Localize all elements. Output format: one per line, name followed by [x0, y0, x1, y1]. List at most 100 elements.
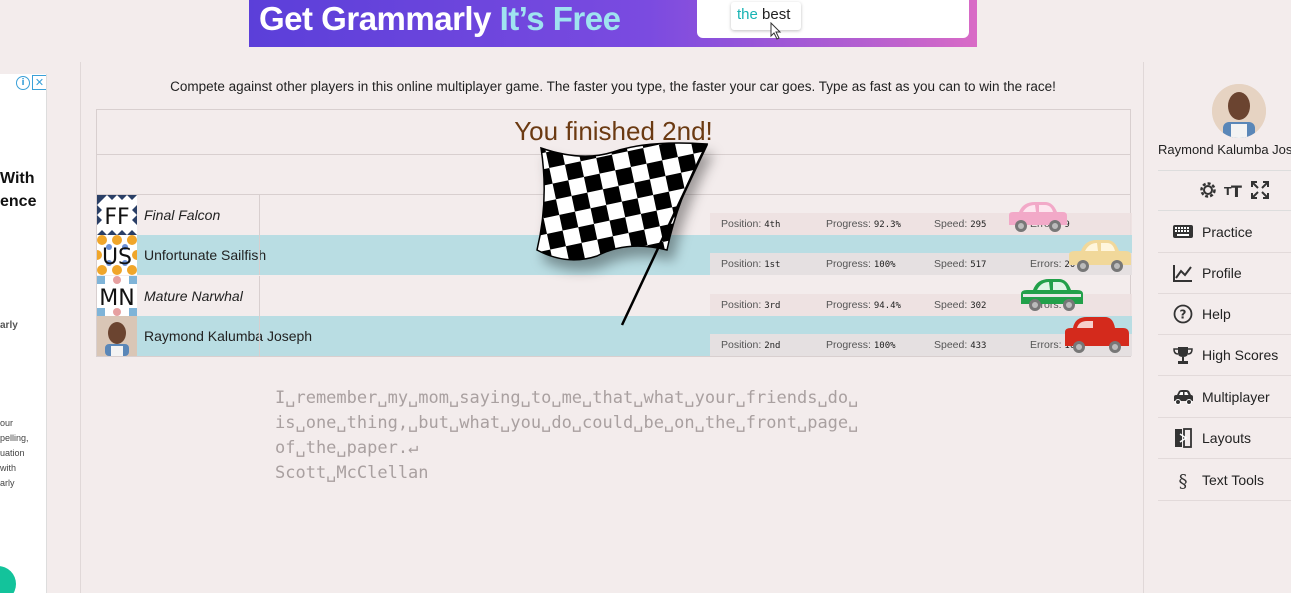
- ad-preview-text: the best: [731, 2, 801, 30]
- menu-label: Practice: [1202, 224, 1253, 240]
- player-name: Unfortunate Sailfish: [144, 247, 267, 263]
- stat-speed-label: Speed:: [934, 339, 968, 351]
- race-track: You finished 2nd! FF Final Falcon Positi…: [96, 109, 1132, 357]
- typing-text[interactable]: I␣remember␣my␣mom␣saying␣to␣me␣that␣what…: [275, 386, 858, 486]
- menu-label: Multiplayer: [1202, 389, 1270, 405]
- pattern-avatar-icon: MN: [97, 276, 137, 316]
- pattern-avatar-icon: US: [97, 235, 137, 275]
- stat-position-value: 3rd: [764, 301, 781, 311]
- typing-line-1: I␣remember␣my␣mom␣saying␣to␣me␣that␣what…: [275, 388, 859, 408]
- text-size-icon[interactable]: T T: [1224, 180, 1244, 200]
- car-icon: [1065, 317, 1129, 353]
- stat-position: Position: 1st: [721, 258, 780, 270]
- left-ad-small-5: arly: [0, 478, 15, 488]
- lane-divider: [259, 195, 260, 235]
- mouse-cursor-icon: [770, 22, 782, 40]
- user-photo-icon: [1212, 84, 1266, 138]
- stat-progress-label: Progress:: [826, 299, 871, 311]
- player-avatar: [97, 316, 137, 356]
- ad-title-main: Get Grammarly: [259, 0, 491, 37]
- left-ad[interactable]: i ✕ With ence arly our pelling, uation w…: [0, 74, 47, 593]
- left-ad-small-2: pelling,: [0, 433, 29, 443]
- game-panel: Compete against other players in this on…: [80, 62, 1144, 593]
- menu-item-profile[interactable]: Profile: [1158, 253, 1291, 294]
- sidebar-separator: [1158, 210, 1291, 211]
- typing-line-3: of␣the␣paper.↵: [275, 438, 419, 458]
- stat-position: Position: 3rd: [721, 299, 780, 311]
- user-photo-icon: [97, 316, 137, 356]
- lane-divider: [259, 316, 260, 356]
- stat-errors-label: Errors:: [1030, 339, 1062, 351]
- car-icon: [1069, 240, 1131, 272]
- player-avatar: FF: [97, 195, 137, 235]
- checkered-flag-icon: [536, 142, 709, 326]
- stat-progress-value: 94.4%: [873, 301, 901, 311]
- sidebar-separator: [1158, 170, 1291, 171]
- stat-speed: Speed: 302: [934, 299, 986, 311]
- car-icon: [1021, 279, 1083, 311]
- section-icon: §: [1179, 471, 1188, 490]
- left-ad-line2: ence: [0, 193, 37, 210]
- stat-speed-value: 302: [970, 301, 987, 311]
- svg-text:?: ?: [1180, 308, 1187, 322]
- stat-speed-label: Speed:: [934, 218, 968, 230]
- stat-progress: Progress: 100%: [826, 339, 896, 351]
- typing-line-4: Scott␣McClellan: [275, 463, 429, 483]
- ad-preview-teal: the: [737, 6, 758, 23]
- left-ad-button[interactable]: [0, 566, 16, 593]
- stat-position: Position: 2nd: [721, 339, 780, 351]
- stat-speed: Speed: 295: [934, 218, 986, 230]
- stat-progress-label: Progress:: [826, 339, 871, 351]
- stat-progress-value: 92.3%: [873, 220, 901, 230]
- menu-label: Text Tools: [1202, 472, 1264, 488]
- menu-label: Layouts: [1202, 430, 1252, 446]
- svg-text:§: §: [1179, 471, 1188, 490]
- lane-divider: [259, 276, 260, 316]
- player-name: Final Falcon: [144, 207, 221, 223]
- stat-speed-label: Speed:: [934, 299, 968, 311]
- stat-progress: Progress: 100%: [826, 258, 896, 270]
- left-ad-small-4: with: [0, 463, 17, 473]
- stat-speed: Speed: 517: [934, 258, 986, 270]
- stat-progress-label: Progress:: [826, 258, 871, 270]
- menu-item-multiplayer[interactable]: Multiplayer: [1158, 377, 1291, 418]
- stat-progress: Progress: 94.4%: [826, 299, 901, 311]
- trophy-icon: [1173, 347, 1193, 364]
- ad-info-icon[interactable]: i: [16, 76, 30, 90]
- menu-label: Help: [1202, 306, 1231, 322]
- user-name[interactable]: Raymond Kalumba Joseph: [1158, 142, 1291, 157]
- fullscreen-icon[interactable]: [1250, 180, 1270, 200]
- typing-line-2: is␣one␣thing,␣but␣what␣you␣do␣could␣be␣o…: [275, 413, 859, 433]
- stat-speed-value: 295: [970, 220, 987, 230]
- player-name: Raymond Kalumba Joseph: [144, 328, 313, 344]
- avatar-initials: MN: [99, 286, 134, 311]
- chart-icon: [1173, 265, 1192, 282]
- menu-item-text-tools[interactable]: § Text Tools: [1158, 460, 1291, 501]
- svg-text:T: T: [1231, 182, 1242, 200]
- car-icon: [1174, 390, 1193, 405]
- menu-item-practice[interactable]: Practice: [1158, 212, 1291, 253]
- stat-progress-label: Progress:: [826, 218, 871, 230]
- stat-speed-value: 433: [970, 341, 987, 351]
- ad-banner[interactable]: Get Grammarly It’s Free the best: [249, 0, 977, 47]
- menu-item-help[interactable]: ? Help: [1158, 294, 1291, 335]
- stat-speed: Speed: 433: [934, 339, 986, 351]
- keyboard-icon: [1173, 225, 1193, 238]
- player-avatar: MN: [97, 276, 137, 316]
- player-name: Mature Narwhal: [144, 288, 243, 304]
- avatar[interactable]: [1212, 84, 1266, 138]
- stat-progress-value: 100%: [873, 341, 896, 351]
- stat-position-label: Position:: [721, 299, 762, 311]
- settings-gear-icon[interactable]: [1198, 180, 1218, 200]
- avatar-initials: FF: [104, 205, 129, 230]
- stat-position: Position: 4th: [721, 218, 780, 230]
- stat-position-value: 1st: [764, 260, 781, 270]
- menu-item-high-scores[interactable]: High Scores: [1158, 335, 1291, 376]
- sidebar-tools: T T: [1198, 180, 1270, 200]
- ad-close-icon[interactable]: ✕: [32, 75, 46, 90]
- car-icon: [1009, 202, 1067, 232]
- menu-item-layouts[interactable]: Layouts: [1158, 418, 1291, 459]
- left-ad-line1: With: [0, 170, 35, 187]
- ad-preview-rest: best: [762, 6, 791, 23]
- menu-label: Profile: [1202, 265, 1242, 281]
